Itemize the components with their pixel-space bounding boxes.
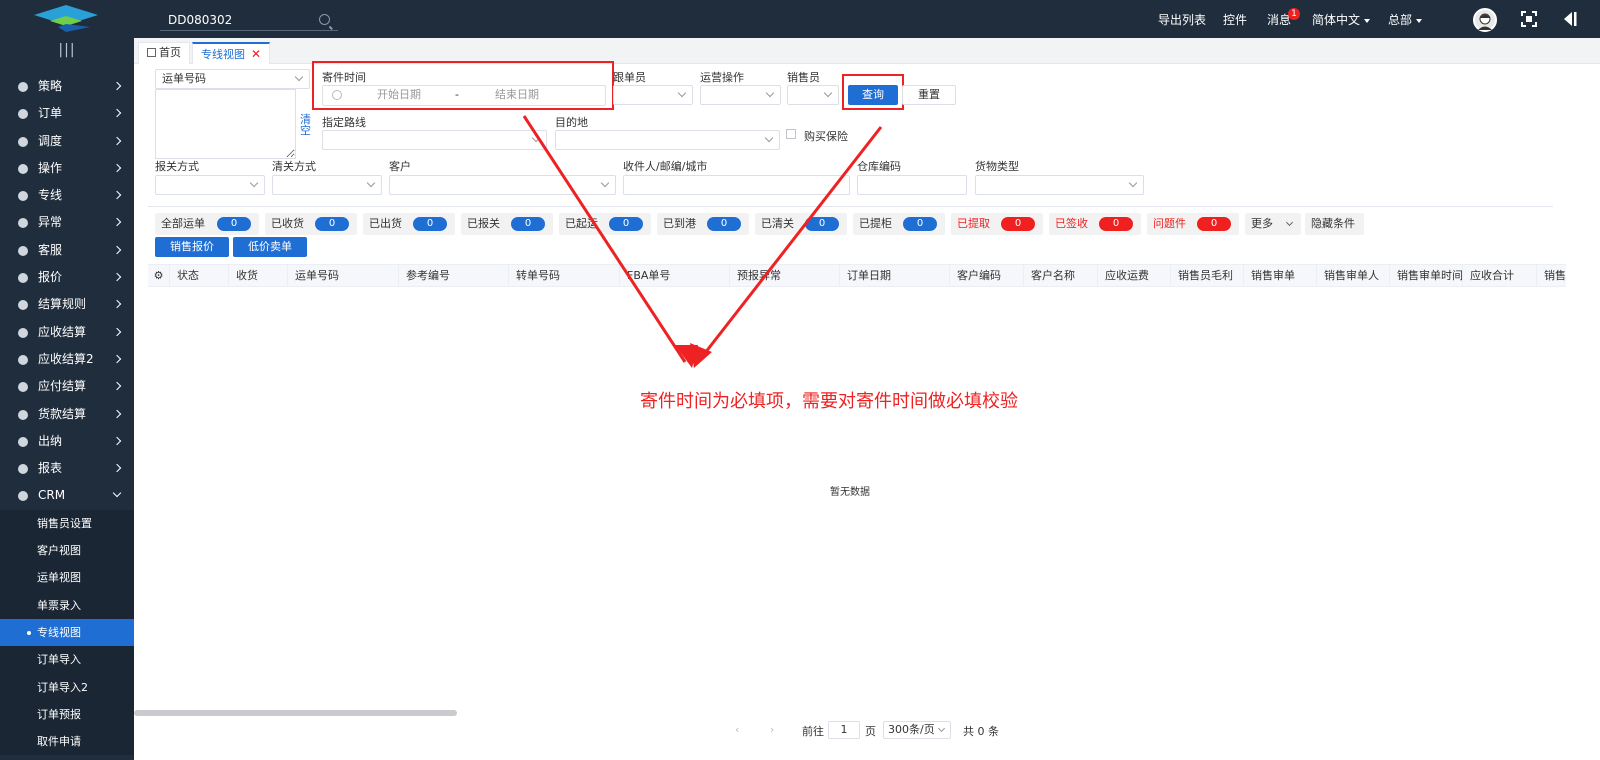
page-size-value: 300条/页 — [888, 723, 935, 736]
prev-page-icon[interactable]: ‹ — [735, 723, 739, 736]
arrow-line-from-query — [696, 126, 883, 363]
page-number-input[interactable]: 1 — [828, 721, 860, 739]
next-page-icon[interactable]: › — [770, 723, 774, 736]
horizontal-scrollbar[interactable] — [134, 710, 457, 716]
page-suffix: 页 — [865, 725, 876, 738]
total-count: 共 0 条 — [963, 725, 999, 738]
annotation-arrows — [522, 115, 883, 368]
goto-prefix: 前往 — [802, 725, 824, 738]
arrow-line-from-send-time — [522, 115, 687, 363]
page-size-select[interactable]: 300条/页 — [883, 721, 951, 739]
chevron-down-icon — [937, 724, 946, 733]
annotation-text: 寄件时间为必填项，需要对寄件时间做必填校验 — [640, 391, 1018, 412]
